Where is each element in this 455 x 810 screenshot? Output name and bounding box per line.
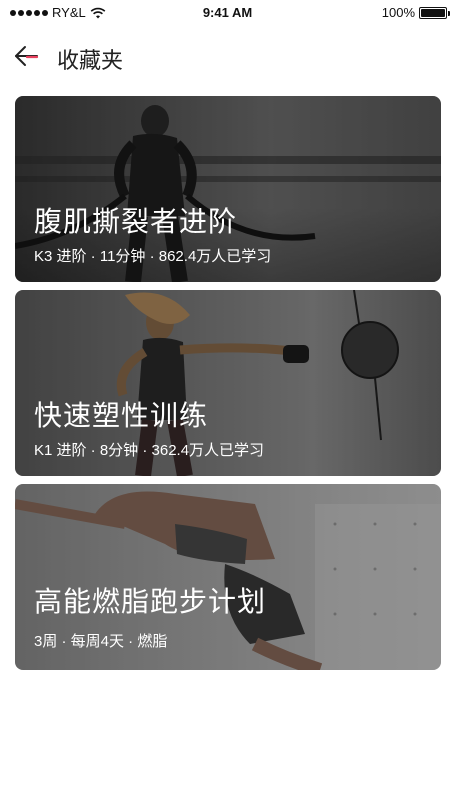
page-title: 收藏夹 [57,48,124,73]
favorites-list: 腹肌撕裂者进阶 K3 进阶 · 11分钟 · 862.4万人已学习 快速塑性训练… [15,96,441,678]
nav-header: 收藏夹 [0,30,455,80]
card-title: 快速塑性训练 [34,400,209,431]
course-card[interactable]: 快速塑性训练 K1 进阶 · 8分钟 · 362.4万人已学习 [15,290,441,476]
card-meta: K3 进阶 · 11分钟 · 862.4万人已学习 [34,248,272,265]
card-title: 腹肌撕裂者进阶 [34,206,238,237]
status-bar: RY&L 9:41 AM 100% [0,0,455,24]
course-card[interactable]: 高能燃脂跑步计划 3周 · 每周4天 · 燃脂 [15,484,441,670]
battery-percent: 100% [381,5,415,20]
card-meta: 3周 · 每周4天 · 燃脂 [34,633,168,650]
status-right: 100% [381,5,450,20]
course-card[interactable]: 腹肌撕裂者进阶 K3 进阶 · 11分钟 · 862.4万人已学习 [15,96,441,282]
card-meta: K1 进阶 · 8分钟 · 362.4万人已学习 [34,442,265,459]
back-arrow-icon[interactable] [12,42,40,70]
battery-icon [419,6,450,19]
card-title: 高能燃脂跑步计划 [34,586,267,617]
